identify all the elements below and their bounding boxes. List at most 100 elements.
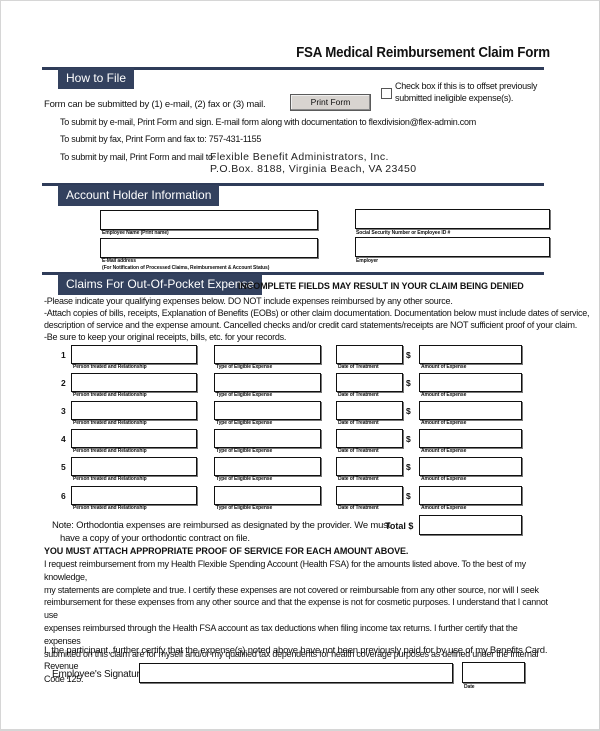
claim-date-field[interactable] xyxy=(336,401,403,420)
currency-symbol: $ xyxy=(406,406,411,416)
email-instructions: To submit by e-mail, Print Form and sign… xyxy=(60,117,477,127)
claims-instruction: -Attach copies of bills, receipts, Expla… xyxy=(44,308,590,318)
currency-symbol: $ xyxy=(406,434,411,444)
claim-type-field[interactable] xyxy=(214,401,321,420)
email-label: E-Mail address xyxy=(102,258,136,264)
claim-person-label: Person treated and Relationship xyxy=(73,448,147,454)
claims-instruction: -Please indicate your qualifying expense… xyxy=(44,296,453,306)
claim-type-field[interactable] xyxy=(214,429,321,448)
claim-amount-field[interactable] xyxy=(419,486,522,505)
claim-amount-label: Amount of Expense xyxy=(421,476,467,482)
proof-heading: YOU MUST ATTACH APPROPRIATE PROOF OF SER… xyxy=(44,546,409,556)
employee-name-label: Employee Name (Print name) xyxy=(102,230,169,236)
claim-person-field[interactable] xyxy=(71,429,197,448)
claim-amount-field[interactable] xyxy=(419,429,522,448)
claims-instruction: description of service and the expense a… xyxy=(44,320,577,330)
claim-row-number: 6 xyxy=(61,491,66,501)
claim-type-label: Type of Eligible Expense xyxy=(216,364,273,370)
claim-date-field[interactable] xyxy=(336,486,403,505)
claim-date-field[interactable] xyxy=(336,457,403,476)
claim-person-field[interactable] xyxy=(71,486,197,505)
claim-type-field[interactable] xyxy=(214,457,321,476)
claim-amount-label: Amount of Expense xyxy=(421,392,467,398)
claim-person-field[interactable] xyxy=(71,345,197,364)
claim-amount-field[interactable] xyxy=(419,345,522,364)
ssn-field[interactable] xyxy=(355,209,550,229)
claims-instruction: -Be sure to keep your original receipts,… xyxy=(44,332,287,342)
claim-date-label: Date of Treatment xyxy=(338,392,379,398)
mail-instructions: To submit by mail, Print Form and mail t… xyxy=(60,152,216,162)
claim-type-label: Type of Eligible Expense xyxy=(216,392,273,398)
signature-field[interactable] xyxy=(139,663,453,683)
mail-address-line1: Flexible Benefit Administrators, Inc. xyxy=(210,151,389,163)
claim-person-label: Person treated and Relationship xyxy=(73,392,147,398)
claim-type-field[interactable] xyxy=(214,345,321,364)
currency-symbol: $ xyxy=(406,350,411,360)
claim-person-field[interactable] xyxy=(71,373,197,392)
section-header-how-to-file: How to File xyxy=(58,68,135,89)
submission-intro: Form can be submitted by (1) e-mail, (2)… xyxy=(44,99,266,110)
claim-type-field[interactable] xyxy=(214,486,321,505)
claim-person-label: Person treated and Relationship xyxy=(73,364,147,370)
claim-person-label: Person treated and Relationship xyxy=(73,476,147,482)
claim-date-label: Date of Treatment xyxy=(338,505,379,511)
section-header-claims: Claims For Out-Of-Pocket Expense xyxy=(58,274,263,295)
certification-line: reimbursement for these expenses from an… xyxy=(44,597,548,621)
claim-row-number: 3 xyxy=(61,406,66,416)
print-form-button[interactable]: Print Form xyxy=(290,94,371,111)
claim-date-label: Date of Treatment xyxy=(338,448,379,454)
claim-date-label: Date of Treatment xyxy=(338,364,379,370)
claim-type-label: Type of Eligible Expense xyxy=(216,476,273,482)
signature-date-field[interactable] xyxy=(462,662,525,683)
claim-type-label: Type of Eligible Expense xyxy=(216,420,273,426)
mail-address-line2: P.O.Box. 8188, Virginia Beach, VA 23450 xyxy=(210,163,417,175)
offset-checkbox-label-line2: submitted ineligible expense(s). xyxy=(395,93,514,103)
form-title: FSA Medical Reimbursement Claim Form xyxy=(296,45,550,61)
employer-label: Employer xyxy=(356,258,378,264)
claim-type-field[interactable] xyxy=(214,373,321,392)
signature-date-label: Date xyxy=(464,684,475,690)
offset-checkbox[interactable] xyxy=(381,88,392,99)
claim-row-number: 5 xyxy=(61,462,66,472)
email-sublabel: (For Notification of Processed Claims, R… xyxy=(102,265,270,271)
claim-person-label: Person treated and Relationship xyxy=(73,420,147,426)
claim-row-number: 1 xyxy=(61,350,66,360)
currency-symbol: $ xyxy=(406,491,411,501)
email-field[interactable] xyxy=(100,238,318,258)
certification-line: expenses reimbursed through the Health F… xyxy=(44,622,518,646)
claim-amount-label: Amount of Expense xyxy=(421,448,467,454)
orthodontia-note-line1: Note: Orthodontia expenses are reimburse… xyxy=(52,520,391,531)
benefits-card-statement: I, the participant, further certify that… xyxy=(44,645,548,656)
claim-person-label: Person treated and Relationship xyxy=(73,505,147,511)
claim-amount-label: Amount of Expense xyxy=(421,420,467,426)
employee-name-field[interactable] xyxy=(100,210,318,230)
claim-amount-label: Amount of Expense xyxy=(421,364,467,370)
orthodontia-note-line2: have a copy of your orthodontic contract… xyxy=(60,533,250,544)
incomplete-fields-warning: INCOMPLETE FIELDS MAY RESULT IN YOUR CLA… xyxy=(238,281,524,291)
offset-checkbox-label-line1: Check box if this is to offset previousl… xyxy=(395,81,538,91)
claim-date-field[interactable] xyxy=(336,429,403,448)
claim-date-field[interactable] xyxy=(336,345,403,364)
signature-label: Employee's Signature: xyxy=(52,669,148,680)
claim-row-number: 2 xyxy=(61,378,66,388)
claim-amount-field[interactable] xyxy=(419,457,522,476)
currency-symbol: $ xyxy=(406,378,411,388)
claim-amount-label: Amount of Expense xyxy=(421,505,467,511)
certification-line: my statements are complete and true. I c… xyxy=(44,584,539,595)
total-amount-field[interactable] xyxy=(419,515,522,535)
claim-person-field[interactable] xyxy=(71,457,197,476)
claim-row-number: 4 xyxy=(61,434,66,444)
claim-person-field[interactable] xyxy=(71,401,197,420)
claim-date-field[interactable] xyxy=(336,373,403,392)
claim-type-label: Type of Eligible Expense xyxy=(216,448,273,454)
claim-amount-field[interactable] xyxy=(419,373,522,392)
currency-symbol: $ xyxy=(406,462,411,472)
ssn-label: Social Security Number or Employee ID # xyxy=(356,230,451,236)
total-label: Total $ xyxy=(385,521,414,531)
claim-amount-field[interactable] xyxy=(419,401,522,420)
section-header-account-holder: Account Holder Information xyxy=(58,185,220,206)
fax-instructions: To submit by fax, Print Form and fax to:… xyxy=(60,134,262,144)
claim-date-label: Date of Treatment xyxy=(338,420,379,426)
employer-field[interactable] xyxy=(355,237,550,257)
certification-line: I request reimbursement from my Health F… xyxy=(44,559,526,582)
